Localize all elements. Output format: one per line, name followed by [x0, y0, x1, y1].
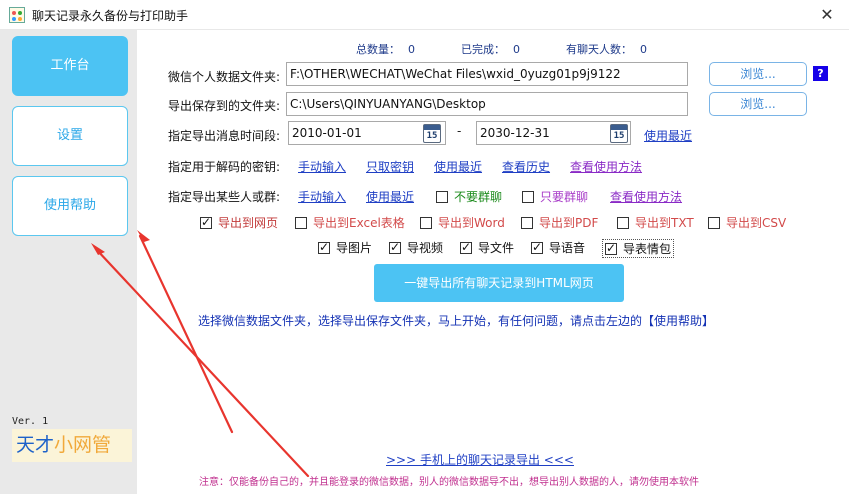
export-images-checkbox[interactable]: 导图片: [318, 239, 372, 256]
persons-view-method-link[interactable]: 查看使用方法: [610, 188, 682, 205]
window-title: 聊天记录永久备份与打印助手: [32, 9, 189, 23]
decode-key-label: 指定用于解码的密钥:: [168, 160, 281, 174]
arrow-line: [138, 234, 234, 434]
checkbox-box: [389, 240, 401, 254]
version-label: Ver. 1: [12, 416, 49, 427]
stat-persons: 有聊天人数： 0: [566, 41, 647, 57]
checkbox-box: [521, 217, 533, 229]
date-use-recent-link[interactable]: 使用最近: [644, 127, 692, 144]
stat-done-value: 0: [513, 43, 520, 56]
sidebar-item-help[interactable]: 使用帮助: [12, 176, 128, 236]
checkbox-label: 导文件: [478, 241, 515, 255]
checkbox-label: 不要群聊: [454, 190, 503, 204]
checkbox-box: [617, 217, 629, 229]
checkbox-label: 导图片: [336, 241, 373, 255]
browse-data-folder-button[interactable]: 浏览...: [709, 62, 807, 86]
sidebar-item-settings[interactable]: 设置: [12, 106, 128, 166]
calendar-day: 15: [426, 131, 438, 141]
key-view-history-link[interactable]: 查看历史: [502, 158, 550, 175]
sidebar: 工作台 设置 使用帮助 Ver. 1 天才小网管: [0, 30, 137, 494]
checkbox-box: [460, 240, 472, 254]
only-group-checkbox[interactable]: 只要群聊: [522, 188, 588, 205]
checkbox-label: 导语音: [549, 241, 586, 255]
checkbox-box: [420, 217, 432, 229]
date-separator: -: [457, 124, 462, 138]
key-only-fetch-link[interactable]: 只取密钥: [366, 158, 414, 175]
key-manual-input-link[interactable]: 手动输入: [298, 158, 346, 175]
export-videos-checkbox[interactable]: 导视频: [389, 239, 443, 256]
export-excel-checkbox[interactable]: 导出到Excel表格: [295, 214, 405, 231]
export-voice-checkbox[interactable]: 导语音: [531, 239, 585, 256]
checkbox-label: 导出到Word: [438, 216, 505, 230]
export-word-checkbox[interactable]: 导出到Word: [420, 214, 505, 231]
persons-label: 指定导出某些人或群:: [168, 190, 281, 204]
stat-done-label: 已完成：: [461, 43, 505, 56]
export-pdf-checkbox[interactable]: 导出到PDF: [521, 214, 598, 231]
brand-logo: 天才小网管: [12, 429, 132, 462]
export-csv-checkbox[interactable]: 导出到CSV: [708, 214, 786, 231]
close-button[interactable]: ✕: [805, 0, 849, 30]
checkbox-label: 只要群聊: [540, 190, 589, 204]
checkbox-label: 导出到Excel表格: [313, 216, 405, 230]
checkbox-label: 导视频: [407, 241, 444, 255]
checkbox-box: [318, 240, 330, 254]
help-question-icon[interactable]: ?: [813, 66, 828, 81]
key-use-recent-link[interactable]: 使用最近: [434, 158, 482, 175]
stat-total-label: 总数量：: [356, 43, 400, 56]
sidebar-item-workbench[interactable]: 工作台: [12, 36, 128, 96]
checkbox-label: 导出到PDF: [539, 216, 599, 230]
export-txt-checkbox[interactable]: 导出到TXT: [617, 214, 694, 231]
calendar-icon[interactable]: 15: [423, 124, 441, 143]
checkbox-label: 导出到TXT: [635, 216, 694, 230]
browse-save-folder-button[interactable]: 浏览...: [709, 92, 807, 116]
stat-persons-value: 0: [640, 43, 647, 56]
checkbox-box: [605, 241, 617, 255]
checkbox-label: 导表情包: [623, 242, 672, 256]
checkbox-box: [522, 191, 534, 203]
persons-manual-input-link[interactable]: 手动输入: [298, 188, 346, 205]
data-folder-label: 微信个人数据文件夹:: [168, 70, 281, 84]
checkbox-label: 导出到CSV: [726, 216, 787, 230]
export-stickers-checkbox[interactable]: 导表情包: [602, 239, 675, 258]
save-folder-label: 导出保存到的文件夹:: [168, 99, 281, 113]
close-icon: ✕: [820, 5, 834, 24]
checkbox-box: [436, 191, 448, 203]
logo-text-a: 天才: [16, 434, 55, 456]
export-all-html-button[interactable]: 一键导出所有聊天记录到HTML网页: [374, 264, 624, 302]
main-window: 工作台 设置 使用帮助 Ver. 1 天才小网管 总数量： 0 已完成： 0 有聊天…: [0, 30, 849, 494]
title-bar: 聊天记录永久备份与打印助手 ✕: [0, 0, 849, 30]
stat-total: 总数量： 0: [356, 41, 415, 57]
persons-use-recent-link[interactable]: 使用最近: [366, 188, 414, 205]
stat-total-value: 0: [408, 43, 415, 56]
no-group-checkbox[interactable]: 不要群聊: [436, 188, 502, 205]
notice-text: 注意：仅能备份自己的，并且能登录的微信数据，别人的微信数据导不出，想导出别人数据…: [199, 477, 699, 488]
save-folder-input[interactable]: C:\Users\QINYUANYANG\Desktop: [286, 92, 688, 116]
export-web-checkbox[interactable]: 导出到网页: [200, 214, 278, 231]
data-folder-input[interactable]: F:\OTHER\WECHAT\WeChat Files\wxid_0yuzg0…: [286, 62, 688, 86]
mobile-export-link[interactable]: >>> 手机上的聊天记录导出 <<<: [386, 451, 574, 468]
stat-persons-label: 有聊天人数：: [566, 43, 632, 56]
calendar-day: 15: [613, 131, 625, 141]
checkbox-label: 导出到网页: [218, 216, 279, 230]
date-to-input[interactable]: 2030-12-31: [476, 121, 631, 145]
hint-text: 选择微信数据文件夹，选择导出保存文件夹，马上开始，有任何问题，请点击左边的【使用…: [198, 314, 715, 328]
arrowhead-icon: [137, 230, 150, 242]
checkbox-box: [708, 217, 720, 229]
calendar-icon[interactable]: 15: [610, 124, 628, 143]
stat-done: 已完成： 0: [461, 41, 520, 57]
time-range-label: 指定导出消息时间段:: [168, 129, 281, 143]
app-icon: [9, 7, 25, 23]
checkbox-box: [200, 215, 212, 229]
checkbox-box: [531, 240, 543, 254]
checkbox-box: [295, 217, 307, 229]
logo-text-b: 小网管: [54, 434, 112, 456]
export-files-checkbox[interactable]: 导文件: [460, 239, 514, 256]
key-view-method-link[interactable]: 查看使用方法: [570, 158, 642, 175]
